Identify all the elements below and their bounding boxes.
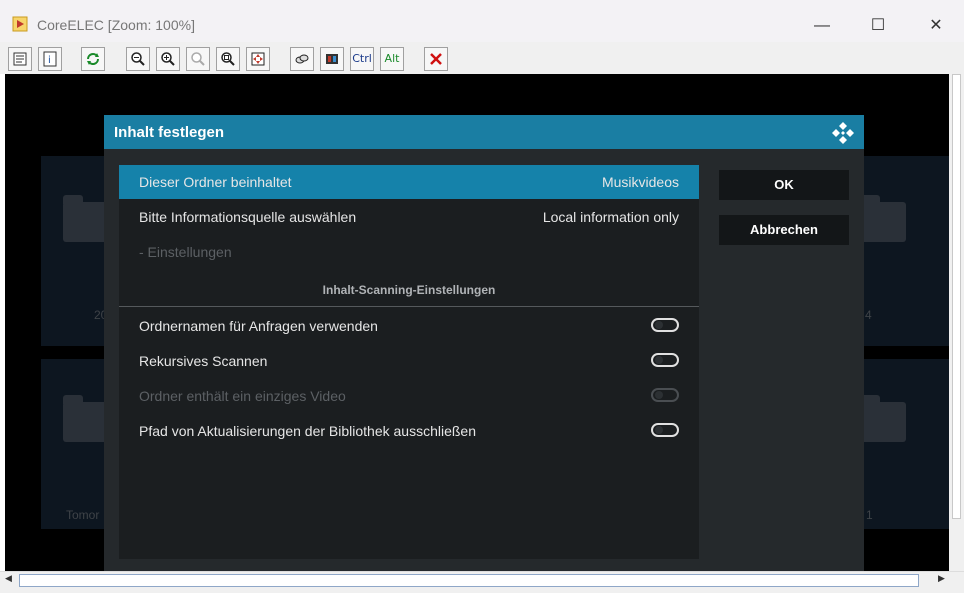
zoom-100-button[interactable] — [186, 47, 210, 71]
row-value: Local information only — [542, 209, 679, 225]
single-video-row: Ordner enthält ein einziges Video — [119, 379, 699, 413]
toggle-switch[interactable] — [651, 423, 679, 437]
app-icon — [12, 16, 28, 32]
send-keys-button[interactable] — [290, 47, 314, 71]
zoom-in-button[interactable] — [156, 47, 180, 71]
window-title: CoreELEC [Zoom: 100%] — [37, 17, 195, 33]
info-button[interactable]: i — [38, 47, 62, 71]
row-label: Rekursives Scannen — [139, 353, 268, 369]
svg-text:i: i — [48, 55, 51, 66]
row-label: - Einstellungen — [139, 244, 232, 260]
section-title: Inhalt-Scanning-Einstellungen — [322, 283, 496, 297]
row-label: Pfad von Aktualisierungen der Bibliothek… — [139, 423, 476, 439]
ctrl-button[interactable]: Ctrl — [350, 47, 374, 71]
scrollbar-thumb[interactable] — [952, 74, 961, 519]
row-value: Musikvideos — [601, 174, 679, 190]
info-source-row[interactable]: Bitte Informationsquelle auswählen Local… — [119, 200, 699, 234]
bg-label: 4 — [865, 308, 872, 322]
bg-label: Tomor — [66, 508, 100, 522]
exclude-path-row[interactable]: Pfad von Aktualisierungen der Bibliothek… — [119, 414, 699, 448]
section-divider — [119, 306, 699, 307]
toggle-switch[interactable] — [651, 318, 679, 332]
scrollbar-thumb[interactable] — [19, 574, 919, 587]
disconnect-icon — [430, 53, 442, 65]
fullscreen-button[interactable] — [246, 47, 270, 71]
dialog-header: Inhalt festlegen — [104, 115, 864, 149]
row-label: Ordner enthält ein einziges Video — [139, 388, 346, 404]
scroll-right-icon[interactable]: ▶ — [938, 573, 945, 584]
settings-panel: Dieser Ordner beinhaltet Musikvideos Bit… — [119, 165, 699, 559]
folder-icon — [63, 395, 109, 442]
info-icon: i — [43, 51, 57, 67]
zoom-100-icon — [191, 52, 205, 66]
folder-icon — [860, 395, 906, 442]
content-type-row[interactable]: Dieser Ordner beinhaltet Musikvideos — [119, 165, 699, 199]
disconnect-button[interactable] — [424, 47, 448, 71]
zoom-out-icon — [131, 52, 145, 66]
vertical-scrollbar[interactable] — [949, 74, 964, 571]
refresh-icon — [87, 53, 99, 65]
row-label: Bitte Informationsquelle auswählen — [139, 209, 357, 225]
recursive-scan-row[interactable]: Rekursives Scannen — [119, 344, 699, 378]
scroll-left-icon[interactable]: ◀ — [5, 573, 12, 584]
zoom-out-button[interactable] — [126, 47, 150, 71]
options-icon — [13, 52, 27, 66]
refresh-button[interactable] — [81, 47, 105, 71]
maximize-button[interactable]: ☐ — [855, 6, 901, 46]
use-folder-names-row[interactable]: Ordnernamen für Anfragen verwenden — [119, 309, 699, 343]
zoom-fit-icon — [221, 52, 235, 66]
viewer-toolbar: i Ctrl Alt — [0, 42, 964, 74]
folder-icon — [860, 195, 906, 242]
bg-label: 1 — [866, 508, 873, 522]
toggle-switch — [651, 388, 679, 402]
fullscreen-icon — [251, 52, 265, 66]
options-button[interactable] — [8, 47, 32, 71]
window-titlebar: CoreELEC [Zoom: 100%] — ☐ ✕ — [0, 0, 964, 42]
toggle-switch[interactable] — [651, 353, 679, 367]
cancel-button[interactable]: Abbrechen — [719, 215, 849, 245]
close-button[interactable]: ✕ — [913, 6, 959, 46]
row-label: Ordnernamen für Anfragen verwenden — [139, 318, 378, 334]
minimize-button[interactable]: — — [799, 6, 845, 46]
ok-button[interactable]: OK — [719, 170, 849, 200]
remote-viewport[interactable]: 20 4 Tomor 1 Inhalt festlegen Dieser Ord… — [5, 74, 949, 571]
zoom-in-icon — [161, 52, 175, 66]
record-button[interactable] — [320, 47, 344, 71]
row-label: Dieser Ordner beinhaltet — [139, 174, 292, 190]
record-icon — [326, 54, 338, 64]
kodi-logo-icon — [832, 122, 854, 144]
settings-row: - Einstellungen — [119, 235, 699, 269]
dialog-title: Inhalt festlegen — [114, 124, 225, 141]
folder-icon — [63, 195, 109, 242]
horizontal-scrollbar[interactable]: ◀ ▶ — [0, 571, 964, 593]
set-content-dialog: Inhalt festlegen Dieser Ordner beinhalte… — [104, 115, 864, 571]
zoom-fit-button[interactable] — [216, 47, 240, 71]
send-keys-icon — [295, 54, 309, 64]
alt-button[interactable]: Alt — [380, 47, 404, 71]
